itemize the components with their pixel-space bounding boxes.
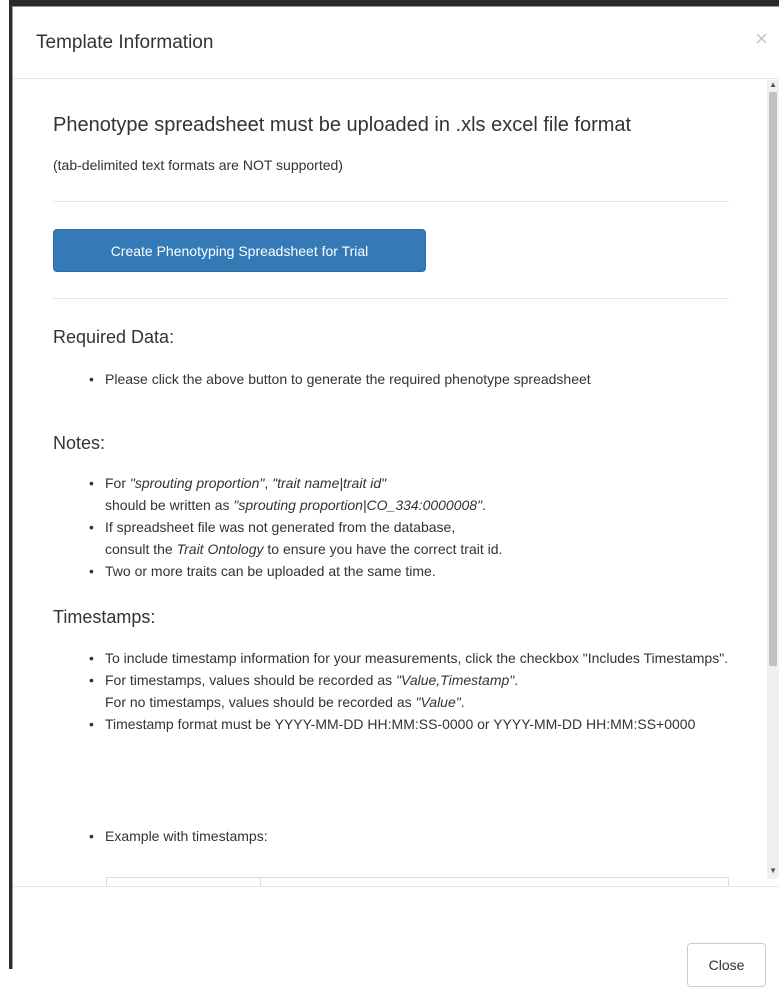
modal-footer: Close [13,886,779,987]
template-information-modal: Template Information × Phenotype spreads… [12,6,779,987]
note-text: "trait name|trait id" [272,475,387,491]
close-button[interactable]: Close [687,943,766,987]
timestamps-example-list: Example with timestamps: [53,825,729,847]
note-text: If spreadsheet file was not generated fr… [105,519,456,535]
timestamps-heading: Timestamps: [53,607,156,627]
note-text: For no timestamps, values should be reco… [105,694,416,710]
divider [53,201,729,202]
scroll-up-arrow-icon[interactable]: ▲ [769,80,777,89]
modal-body: Phenotype spreadsheet must be uploaded i… [13,79,779,886]
modal-header: Template Information × [13,7,779,79]
modal-title: Template Information [36,32,214,53]
trait-ontology-link[interactable]: Trait Ontology [177,541,264,557]
timestamps-list: To include timestamp information for you… [53,647,729,735]
note-text: "sprouting proportion" [129,475,265,491]
list-item: To include timestamp information for you… [89,647,729,669]
backdrop-edge-left [0,0,12,969]
note-text: consult the [105,541,177,557]
note-text: should be written as [105,497,234,513]
create-phenotyping-spreadsheet-button[interactable]: Create Phenotyping Spreadsheet for Trial [53,229,426,272]
notes-heading: Notes: [53,433,106,453]
format-subnote: (tab-delimited text formats are NOT supp… [53,157,343,173]
note-text: For timestamps, values should be recorde… [105,672,397,688]
note-text: . [482,497,486,513]
note-text: For [105,475,130,491]
example-table [106,877,729,886]
list-item: Please click the above button to generat… [89,368,729,390]
scroll-down-arrow-icon[interactable]: ▼ [769,866,777,875]
close-icon[interactable]: × [755,28,768,50]
required-data-heading: Required Data: [53,327,175,347]
required-data-list: Please click the above button to generat… [53,368,729,390]
notes-list: For "sprouting proportion", "trait name|… [53,472,729,582]
note-text: , [264,475,273,491]
list-item: For "sprouting proportion", "trait name|… [89,472,729,516]
note-text: "sprouting proportion|CO_334:0000008" [233,497,483,513]
list-item: If spreadsheet file was not generated fr… [89,516,729,560]
list-item: Timestamp format must be YYYY-MM-DD HH:M… [89,713,729,735]
table-column-divider [260,878,261,886]
list-item: Example with timestamps: [89,825,729,847]
format-requirement-heading: Phenotype spreadsheet must be uploaded i… [53,114,632,136]
divider [53,298,729,299]
scrollbar-thumb[interactable] [769,92,777,666]
note-text: "Value,Timestamp" [396,672,515,688]
note-text: "Value" [415,694,461,710]
list-item: For timestamps, values should be recorde… [89,669,729,713]
list-item: Two or more traits can be uploaded at th… [89,560,729,582]
note-text: . [460,694,465,710]
note-text: to ensure you have the correct trait id. [263,541,503,557]
note-text: . [514,672,519,688]
